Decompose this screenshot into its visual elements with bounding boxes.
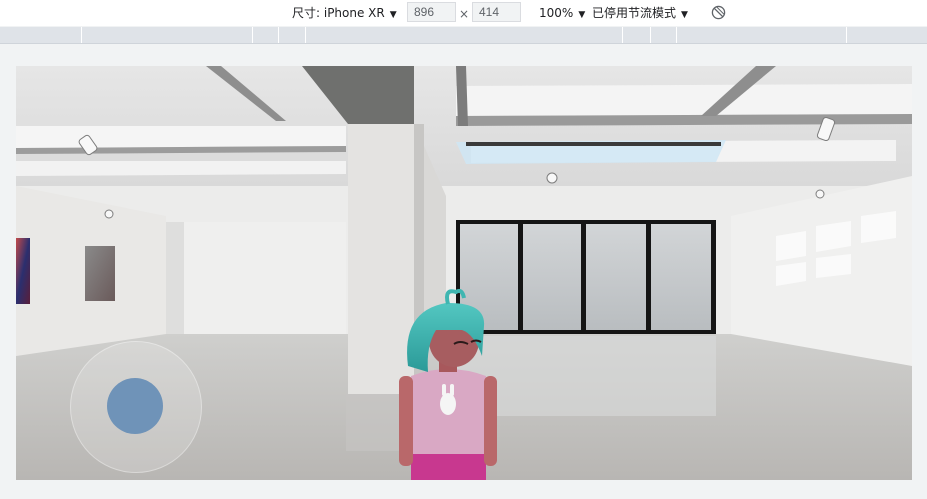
far-wall [166, 222, 346, 334]
chevron-down-icon: ▼ [578, 10, 586, 20]
ceiling-beam-shadow [456, 114, 912, 126]
bunny-ear [442, 384, 446, 396]
window-pane [651, 224, 711, 330]
rotate-icon[interactable] [711, 5, 726, 20]
avatar-left-arm [399, 376, 413, 466]
device-selector[interactable]: 尺寸: iPhone XR ▼ [292, 0, 397, 26]
avatar-skirt [411, 451, 486, 480]
ceiling-edge [456, 66, 468, 126]
painting [85, 246, 115, 301]
avatar-right-arm [484, 376, 497, 466]
ceiling-beam [16, 161, 346, 176]
height-input[interactable] [472, 2, 521, 22]
ceiling-beam [16, 126, 346, 148]
zoom-label: 100% [539, 6, 574, 20]
device-toolbar: 尺寸: iPhone XR ▼ × 100% ▼ 已停用节流模式 ▼ [0, 0, 927, 26]
wall-pillar [166, 222, 184, 334]
bunny-icon [440, 393, 456, 415]
window-pane [523, 224, 581, 330]
chevron-down-icon: ▼ [681, 10, 688, 20]
times-symbol: × [459, 7, 470, 21]
ruler-divider [650, 27, 651, 43]
ruler-divider [676, 27, 677, 43]
spotlight-icon [815, 189, 825, 199]
ceiling-beam [456, 84, 912, 116]
light-patch [816, 254, 851, 278]
throttling-selector[interactable]: 已停用节流模式 ▼ [592, 0, 688, 26]
painting [16, 238, 30, 304]
chevron-down-icon: ▼ [389, 10, 397, 20]
spotlight-icon [546, 172, 558, 184]
zoom-selector[interactable]: 100% ▼ [539, 0, 585, 26]
central-column [348, 124, 414, 394]
ruler-divider [846, 27, 847, 43]
width-input[interactable] [407, 2, 456, 22]
media-query-ruler[interactable] [0, 27, 927, 44]
skylight-frame [466, 142, 721, 146]
ruler-divider [252, 27, 253, 43]
ruler-divider [305, 27, 306, 43]
ruler-divider [622, 27, 623, 43]
light-patch [861, 211, 896, 243]
spotlight-icon [104, 209, 114, 219]
joystick-knob[interactable] [107, 378, 163, 434]
device-selector-label: 尺寸: iPhone XR [292, 6, 385, 20]
throttling-label: 已停用节流模式 [592, 6, 677, 20]
device-viewport[interactable] [16, 66, 912, 480]
ruler-divider [278, 27, 279, 43]
window-pane [586, 224, 646, 330]
bunny-ear [450, 384, 454, 396]
ruler-divider [81, 27, 82, 43]
light-patch [776, 231, 806, 261]
